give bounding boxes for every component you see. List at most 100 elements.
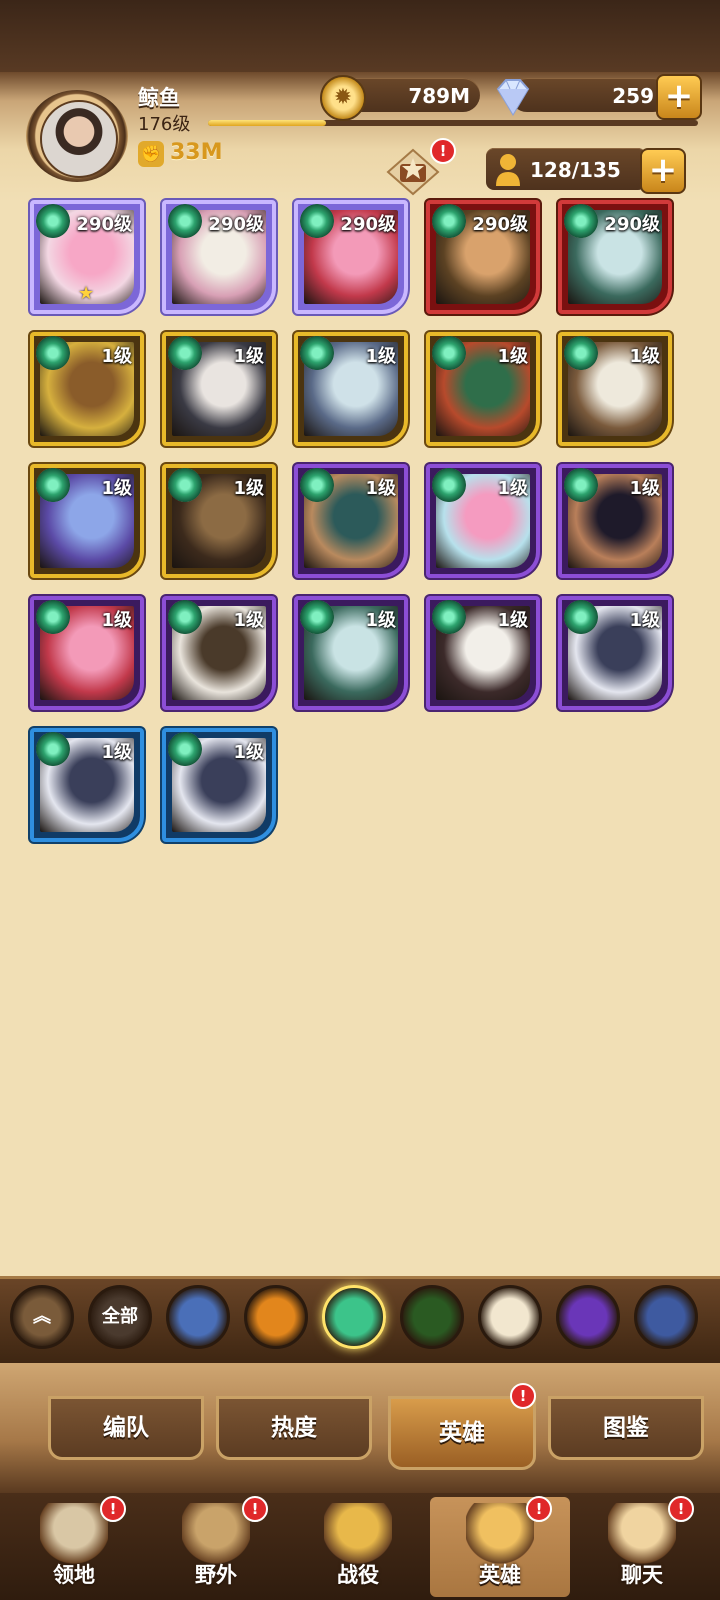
wilder-faction-icon bbox=[168, 600, 202, 634]
wilder-faction-icon bbox=[36, 732, 70, 766]
wilder-faction-icon bbox=[300, 468, 334, 502]
hero-card[interactable]: 1级 bbox=[162, 728, 276, 842]
wilder-faction-icon bbox=[564, 204, 598, 238]
hero-level: 1级 bbox=[101, 610, 132, 631]
hero-level: 1级 bbox=[101, 742, 132, 763]
hero-card[interactable]: 1级 bbox=[162, 332, 276, 446]
nav-label: 英雄 bbox=[479, 1563, 521, 1587]
hero-card[interactable]: 290级 bbox=[162, 200, 276, 314]
filter-collapse-button[interactable]: ︽ bbox=[10, 1285, 74, 1349]
hero-level: 290级 bbox=[604, 214, 660, 235]
diamond-icon bbox=[496, 79, 530, 116]
filter-lightbearer-button[interactable] bbox=[166, 1285, 230, 1349]
tab-label: 图鉴 bbox=[603, 1415, 649, 1441]
nav-alert-badge: ! bbox=[242, 1496, 268, 1522]
helmet-icon bbox=[466, 1503, 534, 1565]
wilder-faction-icon bbox=[168, 336, 202, 370]
expand-capacity-button[interactable]: + bbox=[640, 148, 686, 194]
avatar[interactable] bbox=[40, 100, 118, 178]
hero-card[interactable]: 290级 bbox=[294, 200, 408, 314]
nav-alert-badge: ! bbox=[668, 1496, 694, 1522]
tab-3[interactable]: 图鉴 bbox=[548, 1396, 704, 1460]
add-diamonds-button[interactable]: + bbox=[656, 74, 702, 120]
filter-wilder-button[interactable] bbox=[322, 1285, 386, 1349]
wilder-faction-icon bbox=[564, 336, 598, 370]
hero-card[interactable]: 1级 bbox=[294, 464, 408, 578]
hero-card[interactable]: 290级 bbox=[558, 200, 672, 314]
nav-label: 聊天 bbox=[621, 1563, 663, 1587]
hero-level: 1级 bbox=[629, 610, 660, 631]
hero-card[interactable]: 1级 bbox=[426, 596, 540, 710]
hero-card[interactable]: 1级 bbox=[30, 464, 144, 578]
battle-crest-icon bbox=[324, 1503, 392, 1565]
wilder-faction-icon bbox=[300, 204, 334, 238]
wilder-faction-icon bbox=[432, 600, 466, 634]
hero-level: 1级 bbox=[233, 610, 264, 631]
wilder-faction-icon bbox=[168, 732, 202, 766]
xp-bar bbox=[208, 120, 698, 126]
person-icon bbox=[496, 154, 520, 186]
star-icon: ★ bbox=[78, 283, 95, 304]
filter-all-button[interactable]: 全部 bbox=[88, 1285, 152, 1349]
wilder-faction-icon bbox=[36, 204, 70, 238]
altar-alert-badge: ! bbox=[430, 138, 456, 164]
hero-level: 1级 bbox=[101, 346, 132, 367]
nav-battle-crest[interactable]: 战役 bbox=[288, 1497, 428, 1597]
tab-1[interactable]: 热度 bbox=[216, 1396, 372, 1460]
wilder-faction-icon bbox=[36, 600, 70, 634]
hero-level: 290级 bbox=[76, 214, 132, 235]
hero-card[interactable]: 1级 bbox=[30, 332, 144, 446]
castle-icon bbox=[40, 1503, 108, 1565]
wilder-faction-icon bbox=[300, 336, 334, 370]
nav-alert-badge: ! bbox=[526, 1496, 552, 1522]
wilder-faction-icon bbox=[564, 600, 598, 634]
hero-card[interactable]: 1级 bbox=[558, 332, 672, 446]
combat-power: 33M bbox=[170, 140, 223, 165]
hero-level: 1级 bbox=[365, 610, 396, 631]
hero-level: 1级 bbox=[365, 478, 396, 499]
hero-card[interactable]: 1级 bbox=[558, 596, 672, 710]
hero-card[interactable]: 1级 bbox=[30, 728, 144, 842]
hero-card[interactable]: 1级 bbox=[30, 596, 144, 710]
hero-capacity-count: 128/135 bbox=[530, 158, 621, 182]
player-name: 鲸鱼 bbox=[138, 86, 180, 110]
wilder-faction-icon bbox=[36, 468, 70, 502]
hero-card[interactable]: 1级 bbox=[294, 332, 408, 446]
tab-label: 英雄 bbox=[439, 1420, 485, 1446]
filter-mauler-button[interactable] bbox=[244, 1285, 308, 1349]
hero-card[interactable]: 1级 bbox=[426, 332, 540, 446]
wilder-faction-icon bbox=[432, 468, 466, 502]
wilder-faction-icon bbox=[168, 468, 202, 502]
nav-label: 野外 bbox=[195, 1563, 237, 1587]
hero-card[interactable]: 290级 ★ bbox=[30, 200, 144, 314]
nav-alert-badge: ! bbox=[100, 1496, 126, 1522]
hero-card[interactable]: 1级 bbox=[558, 464, 672, 578]
tab-2[interactable]: 英雄 bbox=[388, 1396, 536, 1470]
hero-card[interactable]: 1级 bbox=[294, 596, 408, 710]
hero-level: 1级 bbox=[233, 478, 264, 499]
wilder-faction-icon bbox=[300, 600, 334, 634]
filter-graveborn-button[interactable] bbox=[400, 1285, 464, 1349]
hero-level: 1级 bbox=[629, 478, 660, 499]
hero-level: 290级 bbox=[208, 214, 264, 235]
filter-dimensional-button[interactable] bbox=[634, 1285, 698, 1349]
filter-celestial-button[interactable] bbox=[478, 1285, 542, 1349]
filter-hypogean-button[interactable] bbox=[556, 1285, 620, 1349]
hero-card[interactable]: 1级 bbox=[162, 464, 276, 578]
fist-icon: ✊ bbox=[138, 141, 164, 167]
gold-coin-icon: ✹ bbox=[320, 75, 366, 121]
nav-label: 领地 bbox=[53, 1563, 95, 1587]
hero-level: 1级 bbox=[497, 610, 528, 631]
hero-card[interactable]: 290级 bbox=[426, 200, 540, 314]
hero-card[interactable]: 1级 bbox=[426, 464, 540, 578]
hero-level: 1级 bbox=[233, 346, 264, 367]
tab-label: 热度 bbox=[271, 1415, 317, 1441]
nav-label: 战役 bbox=[337, 1563, 379, 1587]
hero-level: 290级 bbox=[340, 214, 396, 235]
player-level: 176级 bbox=[138, 114, 191, 135]
hero-card[interactable]: 1级 bbox=[162, 596, 276, 710]
diamond-amount: 259 bbox=[612, 84, 654, 108]
hero-level: 1级 bbox=[365, 346, 396, 367]
top-status-area bbox=[0, 0, 720, 76]
tab-0[interactable]: 编队 bbox=[48, 1396, 204, 1460]
